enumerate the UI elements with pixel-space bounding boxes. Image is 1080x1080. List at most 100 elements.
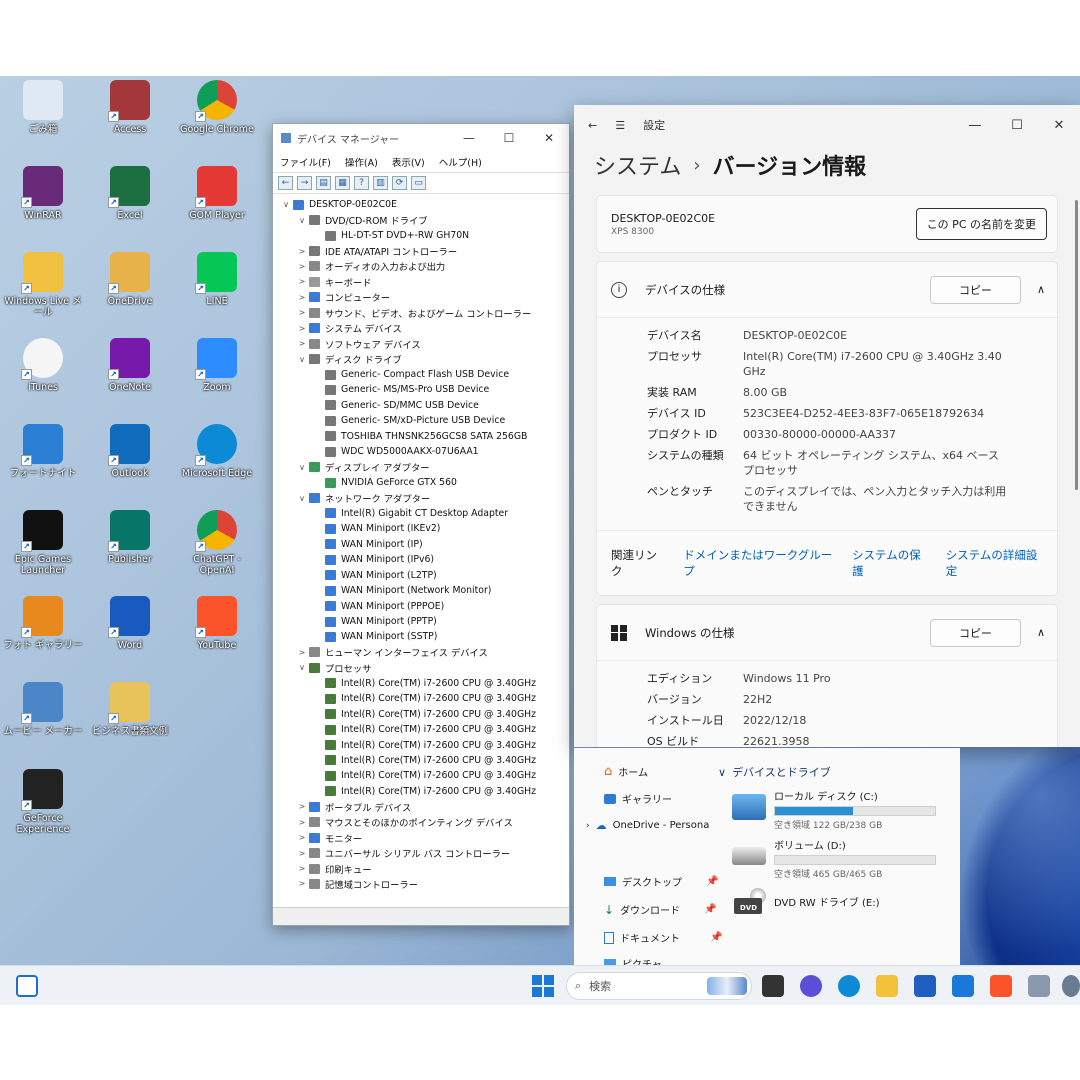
device-item[interactable]: Intel(R) Core(TM) i7-2600 CPU @ 3.40GHz — [279, 737, 569, 752]
link-advanced-system-settings[interactable]: システムの詳細設定 — [946, 547, 1043, 579]
file-explorer-window[interactable]: ⌂ ホーム ギャラリー › ☁ OneDrive - Persona デスクトップ 📌 … — [574, 748, 960, 965]
device-item[interactable]: WAN Miniport (L2TP) — [279, 568, 569, 583]
desktop-icon[interactable]: ↗ GeForce Experience — [2, 769, 84, 835]
widgets-icon[interactable] — [16, 975, 38, 997]
forward-arrow-icon[interactable]: → — [297, 176, 312, 190]
device-category[interactable]: > コンピューター — [279, 290, 569, 305]
device-category[interactable]: ∨ ディスプレイ アダプター — [279, 459, 569, 474]
device-item[interactable]: TOSHIBA THNSNK256GCS8 SATA 256GB — [279, 429, 569, 444]
device-item[interactable]: NVIDIA GeForce GTX 560 — [279, 475, 569, 490]
taskbar-search-box[interactable]: ⌕ 検索 — [566, 972, 752, 1000]
chevron-right-icon[interactable]: › — [586, 821, 590, 831]
close-icon[interactable]: ✕ — [1038, 118, 1080, 133]
desktop-icon[interactable]: ↗ YouTube — [176, 596, 258, 651]
menu-item[interactable]: ヘルプ(H) — [439, 155, 482, 169]
help-icon[interactable]: ? — [354, 176, 369, 190]
device-item[interactable]: Intel(R) Core(TM) i7-2600 CPU @ 3.40GHz — [279, 691, 569, 706]
device-item[interactable]: Generic- Compact Flash USB Device — [279, 367, 569, 382]
settings-gear-icon[interactable] — [1062, 975, 1080, 997]
chevron-right-icon[interactable]: > — [295, 324, 309, 333]
drive-d[interactable]: ボリューム (D:) 空き領域 465 GB/465 GB — [732, 837, 936, 880]
chevron-right-icon[interactable]: > — [295, 833, 309, 842]
chevron-right-icon[interactable]: > — [295, 262, 309, 271]
desktop-icon[interactable]: ごみ箱 — [2, 80, 84, 135]
copy-device-spec-button[interactable]: コピー — [929, 275, 1021, 304]
drive-e[interactable]: DVD DVD RW ドライブ (E:) — [732, 888, 880, 918]
mail-icon[interactable] — [952, 975, 974, 997]
desktop-icon[interactable]: ↗ フォートナイト — [2, 424, 84, 479]
desktop-icon[interactable]: ↗ ムービー メーカー — [2, 682, 84, 737]
chevron-down-icon[interactable]: ∨ — [295, 494, 309, 503]
desktop-icon[interactable]: ↗ Access — [89, 80, 171, 135]
chevron-down-icon[interactable]: ∨ — [279, 200, 293, 209]
monitor-icon[interactable]: ▭ — [411, 176, 426, 190]
device-item[interactable]: Intel(R) Core(TM) i7-2600 CPU @ 3.40GHz — [279, 722, 569, 737]
device-item[interactable]: HL-DT-ST DVD+-RW GH70N — [279, 228, 569, 243]
desktop-icon[interactable]: ↗ Google Chrome — [176, 80, 258, 135]
nav-onedrive[interactable]: › ☁ OneDrive - Persona — [586, 819, 709, 832]
desktop-icon[interactable]: ↗ LINE — [176, 252, 258, 307]
device-item[interactable]: WAN Miniport (PPTP) — [279, 614, 569, 629]
device-category[interactable]: > ポータブル デバイス — [279, 799, 569, 814]
desktop-icon[interactable]: ↗ Word — [89, 596, 171, 651]
desktop-icon[interactable]: ↗ フォト ギャラリー — [2, 596, 84, 651]
chevron-right-icon[interactable]: > — [295, 818, 309, 827]
edge-icon[interactable] — [838, 975, 860, 997]
device-item[interactable]: WAN Miniport (PPPOE) — [279, 598, 569, 613]
chevron-down-icon[interactable]: ∨ — [718, 766, 726, 779]
file-explorer-icon[interactable] — [876, 975, 898, 997]
device-category[interactable]: > キーボード — [279, 274, 569, 289]
desktop-icon[interactable]: ↗ Zoom — [176, 338, 258, 393]
chevron-up-icon[interactable]: ∧ — [1037, 283, 1045, 296]
menu-item[interactable]: 表示(V) — [392, 155, 425, 169]
desktop-icon[interactable]: ↗ WinRAR — [2, 166, 84, 221]
nav-home[interactable]: ⌂ ホーム — [604, 764, 648, 779]
nav-pictures[interactable]: ピクチャ — [604, 956, 662, 965]
properties-icon[interactable]: ▤ — [316, 176, 331, 190]
chevron-down-icon[interactable]: ∨ — [295, 663, 309, 672]
device-item[interactable]: WAN Miniport (IKEv2) — [279, 521, 569, 536]
device-item[interactable]: WAN Miniport (Network Monitor) — [279, 583, 569, 598]
device-manager-taskbar-icon[interactable] — [1028, 975, 1050, 997]
chevron-right-icon[interactable]: > — [295, 247, 309, 256]
chevron-right-icon[interactable]: > — [295, 802, 309, 811]
device-item[interactable]: WDC WD5000AAKX-07U6AA1 — [279, 444, 569, 459]
chevron-down-icon[interactable]: ∨ — [295, 355, 309, 364]
chevron-right-icon[interactable]: > — [295, 849, 309, 858]
desktop-icon[interactable]: ↗ Publisher — [89, 510, 171, 565]
device-item[interactable]: Intel(R) Core(TM) i7-2600 CPU @ 3.40GHz — [279, 706, 569, 721]
device-item[interactable]: Generic- SM/xD-Picture USB Device — [279, 413, 569, 428]
hamburger-menu-icon[interactable]: ☰ — [615, 119, 625, 132]
device-category[interactable]: > 印刷キュー — [279, 861, 569, 876]
start-windows-icon[interactable] — [532, 975, 554, 997]
link-domain-workgroup[interactable]: ドメインまたはワークグループ — [683, 547, 834, 579]
desktop-icon[interactable]: ↗ ChatGPT - OpenAI — [176, 510, 258, 576]
devices-section-header[interactable]: ∨ デバイスとドライブ — [718, 764, 831, 780]
device-category[interactable]: ∨ DVD/CD-ROM ドライブ — [279, 212, 569, 227]
device-item[interactable]: Intel(R) Core(TM) i7-2600 CPU @ 3.40GHz — [279, 676, 569, 691]
minimize-icon[interactable]: — — [954, 118, 996, 133]
link-system-protection[interactable]: システムの保護 — [852, 547, 928, 579]
desktop-icon[interactable]: ↗ OneNote — [89, 338, 171, 393]
device-item[interactable]: Intel(R) Core(TM) i7-2600 CPU @ 3.40GHz — [279, 784, 569, 799]
device-root[interactable]: ∨ DESKTOP-0E02C0E — [279, 197, 569, 212]
scrollbar[interactable] — [1075, 200, 1078, 490]
desktop-icon[interactable]: ↗ Microsoft Edge — [176, 424, 258, 479]
settings-titlebar[interactable]: ← ☰ 設定 — ☐ ✕ — [574, 105, 1080, 145]
breadcrumb-system[interactable]: システム — [594, 149, 681, 181]
chevron-right-icon[interactable]: > — [295, 277, 309, 286]
store-icon[interactable] — [914, 975, 936, 997]
device-category[interactable]: > ユニバーサル シリアル バス コントローラー — [279, 845, 569, 860]
back-arrow-icon[interactable]: ← — [278, 176, 293, 190]
chevron-down-icon[interactable]: ∨ — [295, 463, 309, 472]
chevron-right-icon[interactable]: > — [295, 864, 309, 873]
nav-downloads[interactable]: ↓ ダウンロード 📌 — [604, 902, 717, 918]
desktop-icon[interactable]: ↗ iTunes — [2, 338, 84, 393]
chevron-right-icon[interactable]: > — [295, 308, 309, 317]
device-category[interactable]: > システム デバイス — [279, 321, 569, 336]
device-manager-window[interactable]: デバイス マネージャー — ☐ ✕ ファイル(F) 操作(A) 表示(V) ヘルプ(H… — [272, 123, 570, 926]
desktop-icon[interactable]: ↗ Outlook — [89, 424, 171, 479]
properties-view-icon[interactable]: ▦ — [335, 176, 350, 190]
copy-windows-spec-button[interactable]: コピー — [929, 618, 1021, 647]
menu-item[interactable]: 操作(A) — [345, 155, 378, 169]
